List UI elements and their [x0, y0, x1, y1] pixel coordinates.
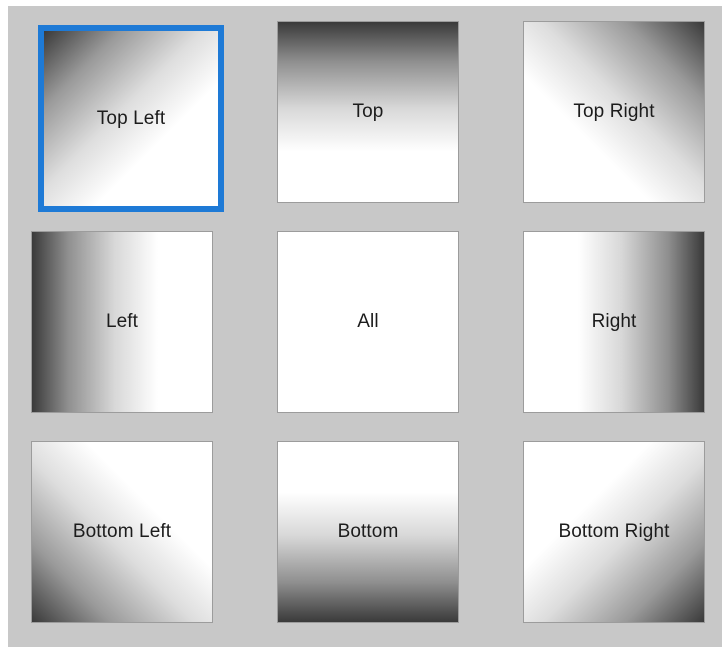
- tile-label: Top Right: [573, 101, 655, 122]
- tile-top-right[interactable]: Top Right: [523, 21, 705, 203]
- tile-label: Bottom Left: [72, 521, 172, 542]
- tile-left[interactable]: Left: [31, 231, 213, 413]
- tile-label: Top: [352, 101, 384, 122]
- tile-all[interactable]: All: [277, 231, 459, 413]
- tile-top[interactable]: Top: [277, 21, 459, 203]
- tile-label: Right: [591, 311, 637, 332]
- tile-label: Bottom Right: [558, 521, 670, 542]
- tile-bottom-right[interactable]: Bottom Right: [523, 441, 705, 623]
- tile-label: All: [357, 311, 379, 332]
- tile-label: Bottom: [337, 521, 399, 542]
- tile-bottom-left[interactable]: Bottom Left: [31, 441, 213, 623]
- tile-label: Left: [105, 311, 139, 332]
- tile-bottom[interactable]: Bottom: [277, 441, 459, 623]
- tile-label: Top Left: [96, 107, 166, 129]
- tile-right[interactable]: Right: [523, 231, 705, 413]
- tile-top-left[interactable]: Top Left: [38, 25, 224, 212]
- gradient-direction-picker: Top Left Top Top Right Left All Right Bo…: [8, 6, 722, 647]
